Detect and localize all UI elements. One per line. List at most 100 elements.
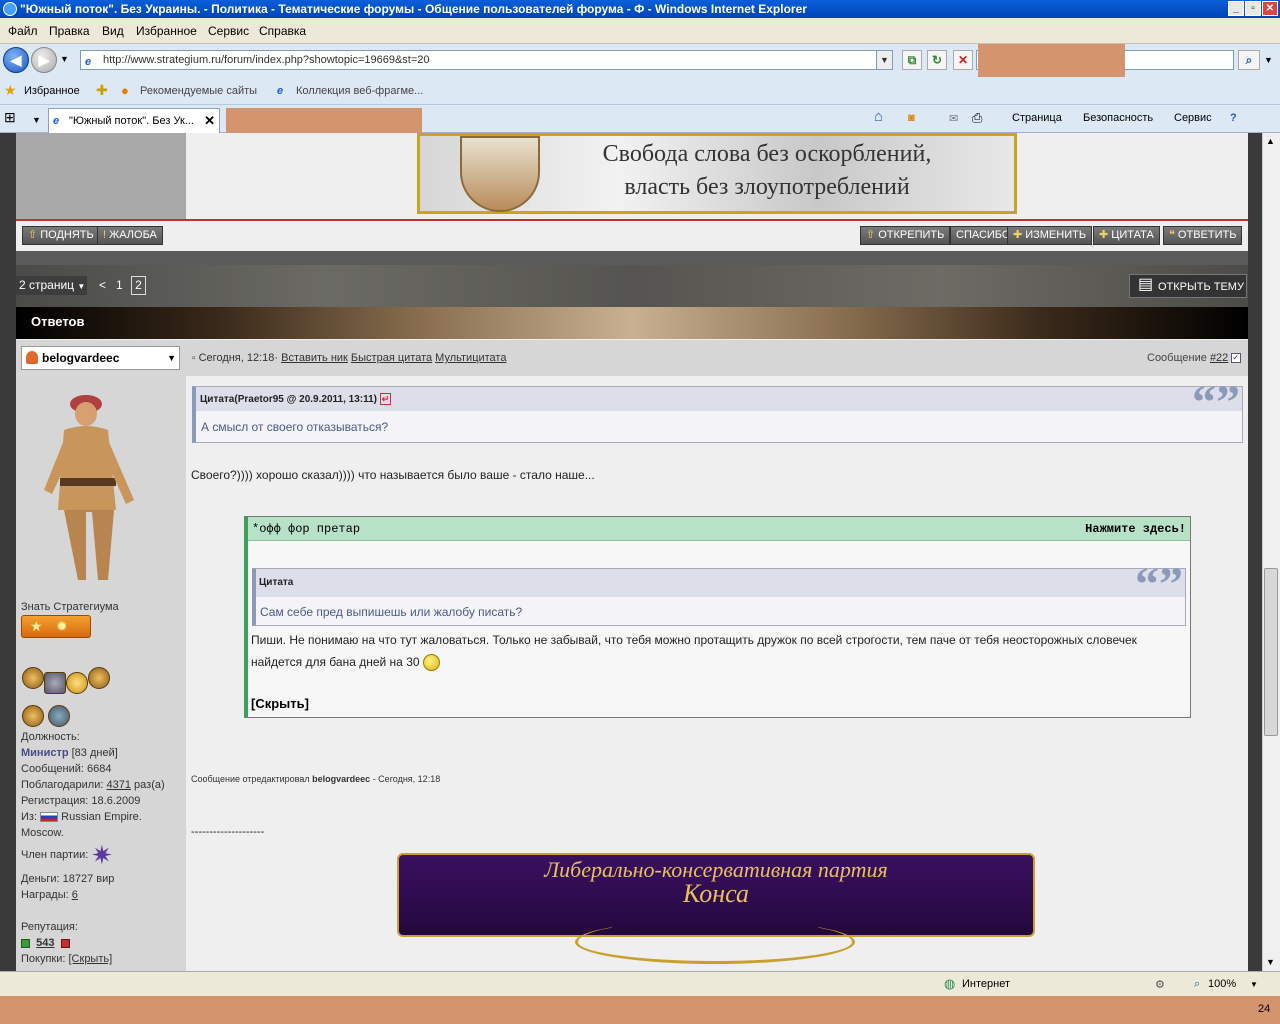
security-zone: Интернет [962, 978, 1010, 990]
raise-button[interactable]: ⇧ ПОДНЯТЬ [22, 226, 100, 245]
jump-to-post-icon[interactable]: ↵ [379, 393, 392, 405]
tab-active[interactable]: e "Южный поток". Без Ук... ✕ [48, 108, 220, 133]
spoiler-toggle[interactable]: Нажмите здесь! [1085, 517, 1186, 541]
position-label: Должность: [21, 731, 80, 743]
reputation-value[interactable]: 543 [36, 937, 54, 949]
back-button[interactable]: ◀ [3, 47, 29, 73]
menu-edit[interactable]: Правка [49, 24, 90, 38]
chevron-down-icon: ▼ [167, 353, 176, 363]
window-title: "Южный поток". Без Украины. - Политика -… [20, 2, 807, 16]
page-menu[interactable]: Страница [1012, 112, 1062, 124]
maximize-button[interactable]: ▫ [1245, 1, 1261, 16]
add-favorite-icon[interactable]: ✚ [96, 82, 108, 99]
quick-tabs-icon[interactable]: ⊞ [4, 109, 16, 126]
tab-list-icon[interactable]: ▼ [32, 115, 41, 125]
multiquote-link[interactable]: Мультицитата [435, 352, 506, 364]
complaint-label: ЖАЛОБА [109, 229, 157, 241]
russia-flag-icon [40, 812, 59, 823]
compat-view-icon[interactable]: ⧉ [902, 50, 922, 70]
web-slice-icon: e [277, 85, 284, 97]
message-number-link[interactable]: #22 [1210, 352, 1228, 364]
close-tab-icon[interactable]: ✕ [204, 109, 215, 133]
reply-button[interactable]: ❝ ОТВЕТИТЬ [1163, 226, 1243, 245]
author-dropdown[interactable]: belogvardeec ▼ [21, 346, 180, 370]
search-icon[interactable]: ⌕ [1238, 50, 1260, 70]
favorites-button[interactable]: Избранное [24, 85, 80, 97]
page-2-current: 2 [131, 276, 146, 295]
zoom-dropdown-icon[interactable]: ▼ [1250, 980, 1258, 989]
unpin-button[interactable]: ⇧ ОТКРЕПИТЬ [860, 226, 951, 245]
security-menu[interactable]: Безопасность [1083, 112, 1153, 124]
hide-spoiler-link[interactable]: [Скрыть] [251, 696, 309, 711]
select-post-checkbox[interactable]: ✓ [1231, 353, 1242, 364]
address-dropdown-icon[interactable]: ▼ [876, 51, 892, 69]
forum-banner: Свобода слова без оскорблений, власть бе… [417, 133, 1017, 214]
tab-page-icon: e [53, 115, 60, 127]
open-topic-button[interactable]: ▤ ОТКРЫТЬ ТЕМУ [1129, 274, 1247, 298]
messages-count: Сообщений: 6684 [21, 763, 112, 775]
post-number: Сообщение #22 ✓ [1147, 352, 1242, 364]
scroll-up-icon[interactable]: ▲ [1266, 136, 1275, 146]
suggested-sites-link[interactable]: Рекомендуемые сайты [140, 85, 257, 97]
thanked-count-link[interactable]: 4371 [107, 779, 131, 791]
quick-quote-link[interactable]: Быстрая цитата [351, 352, 432, 364]
vertical-scrollbar[interactable]: ▲ ▼ [1262, 133, 1280, 971]
print-icon[interactable]: ⎙ [972, 110, 982, 126]
tab-label: "Южный поток". Без Ук... [69, 115, 194, 127]
protected-mode-icon[interactable]: ⚙ [1155, 978, 1165, 991]
quote-header: Цитата [256, 569, 1185, 597]
rep-minus-icon[interactable] [21, 938, 30, 948]
stop-icon[interactable]: ✕ [953, 50, 973, 70]
spoiler-text: Пиши. Не понимаю на что тут жаловаться. … [251, 633, 1137, 669]
web-slice-gallery-link[interactable]: Коллекция веб-фрагме... [296, 85, 423, 97]
insert-nick-link[interactable]: Вставить ник [281, 352, 348, 364]
thanks-label: СПАСИБО [956, 229, 1011, 241]
close-window-button[interactable]: ✕ [1262, 1, 1278, 16]
signature-ornament [575, 920, 855, 964]
raise-label: ПОДНЯТЬ [40, 229, 94, 241]
arrow-up-icon: ⇧ [28, 229, 38, 241]
rep-plus-icon[interactable] [60, 938, 70, 948]
quote-button[interactable]: ✚ ЦИТАТА [1093, 226, 1160, 245]
menu-favorites[interactable]: Избранное [136, 24, 197, 38]
history-dropdown-icon[interactable]: ▼ [60, 54, 69, 64]
purchases-hide-link[interactable]: [Скрыть] [69, 953, 113, 965]
address-url: http://www.strategium.ru/forum/index.php… [103, 54, 430, 66]
medal-icon [44, 672, 66, 694]
wink-smiley-icon [422, 654, 440, 672]
help-icon[interactable]: ? [1230, 112, 1237, 124]
zoom-level[interactable]: 100% [1208, 978, 1236, 990]
edit-note-user: belogvardeec [312, 774, 371, 784]
mail-icon[interactable]: ✉ [949, 112, 958, 125]
page-1-link[interactable]: 1 [116, 276, 123, 295]
plus-icon: ✚ [1099, 229, 1109, 241]
window-title-bar: "Южный поток". Без Украины. - Политика -… [0, 0, 1280, 18]
scroll-down-icon[interactable]: ▼ [1266, 957, 1275, 967]
forward-button[interactable]: ▶ [31, 47, 57, 73]
medal-icon [22, 705, 44, 727]
scrollbar-thumb[interactable] [1264, 568, 1278, 736]
address-input[interactable]: e http://www.strategium.ru/forum/index.p… [80, 50, 893, 70]
minimize-button[interactable]: _ [1228, 1, 1244, 16]
message-label: Сообщение [1147, 352, 1207, 364]
thanked-label: Поблагодарили: [21, 779, 104, 791]
menu-file[interactable]: Файл [8, 24, 38, 38]
edit-note-time: - Сегодня, 12:18 [372, 774, 441, 784]
menu-help[interactable]: Справка [259, 24, 306, 38]
position-value: Министр [21, 747, 69, 759]
prev-page-link[interactable]: < [99, 276, 106, 295]
refresh-icon[interactable]: ↻ [927, 50, 947, 70]
menu-view[interactable]: Вид [102, 24, 124, 38]
post-text: Своего?)))) хорошо сказал)))) что называ… [191, 468, 595, 482]
document-icon: ▤ [1138, 276, 1154, 293]
quote-marks-icon: “” [1135, 558, 1183, 611]
home-icon[interactable]: ⌂ [874, 108, 883, 125]
menu-service[interactable]: Сервис [208, 24, 249, 38]
complaint-button[interactable]: ! ЖАЛОБА [97, 226, 163, 245]
tools-menu[interactable]: Сервис [1174, 112, 1212, 124]
awards-count-link[interactable]: 6 [72, 889, 78, 901]
search-options-icon[interactable]: ▼ [1264, 55, 1273, 65]
feeds-icon[interactable]: ◙ [908, 112, 915, 124]
pages-dropdown[interactable]: 2 страниц ▼ [16, 276, 87, 295]
edit-button[interactable]: ✚ ИЗМЕНИТЬ [1007, 226, 1093, 245]
